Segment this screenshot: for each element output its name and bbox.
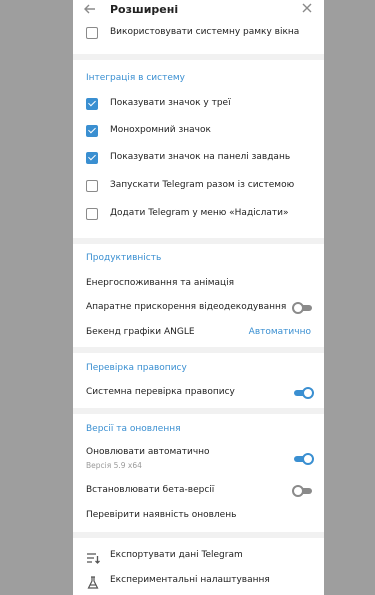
angle-backend-value[interactable]: Автоматично: [249, 327, 311, 337]
autostart-row[interactable]: Запускати Telegram разом із системою: [73, 175, 324, 199]
autostart-checkbox[interactable]: [86, 180, 98, 192]
send-to-menu-checkbox[interactable]: [86, 208, 98, 220]
taskbar-icon-checkbox[interactable]: [86, 152, 98, 164]
export-list-icon: [86, 550, 100, 564]
integration-section-title: Інтеграція в систему: [86, 73, 185, 83]
system-spellcheck-toggle[interactable]: [294, 387, 314, 399]
performance-section-title: Продуктивність: [86, 253, 162, 263]
hw-accel-label: Апаратне прискорення відеодекодування: [86, 302, 287, 312]
send-to-menu-label: Додати Telegram у меню «Надіслати»: [110, 208, 289, 218]
page-title: Розширені: [110, 3, 179, 16]
taskbar-icon-row[interactable]: Показувати значок на панелі завдань: [73, 147, 324, 171]
energy-animation-link[interactable]: Енергоспоживання та анімація: [86, 278, 234, 288]
auto-update-toggle[interactable]: [294, 453, 314, 465]
system-frame-checkbox[interactable]: [86, 27, 98, 39]
hw-accel-toggle[interactable]: [292, 302, 312, 314]
taskbar-icon-label: Показувати значок на панелі завдань: [110, 152, 291, 162]
export-data-label: Експортувати дані Telegram: [110, 550, 243, 560]
back-arrow-icon[interactable]: [81, 2, 99, 20]
section-divider: [73, 347, 324, 353]
mono-icon-label: Монохромний значок: [110, 125, 211, 135]
flask-icon: [86, 575, 100, 589]
spellcheck-section-title: Перевірка правопису: [86, 363, 187, 373]
export-data-row[interactable]: Експортувати дані Telegram: [73, 548, 324, 568]
beta-label: Встановлювати бета-версії: [86, 485, 215, 495]
versions-section-title: Версії та оновлення: [86, 424, 181, 434]
mono-icon-row[interactable]: Монохромний значок: [73, 120, 324, 144]
close-icon[interactable]: [299, 2, 315, 20]
section-divider: [73, 54, 324, 60]
system-frame-row[interactable]: Використовувати системну рамку вікна: [73, 22, 324, 46]
beta-toggle[interactable]: [292, 485, 312, 497]
experimental-label: Експериментальні налаштування: [110, 575, 270, 585]
system-frame-label: Використовувати системну рамку вікна: [110, 27, 300, 37]
header: Розширені: [73, 0, 324, 24]
experimental-row[interactable]: Експериментальні налаштування: [73, 573, 324, 593]
check-updates-link[interactable]: Перевірити наявність оновлень: [86, 510, 236, 520]
section-divider: [73, 408, 324, 414]
angle-backend-label: Бекенд графіки ANGLE: [86, 327, 195, 337]
system-spellcheck-label: Системна перевірка правопису: [86, 387, 235, 397]
auto-update-label: Оновлювати автоматично: [86, 447, 210, 457]
autostart-label: Запускати Telegram разом із системою: [110, 180, 295, 190]
settings-panel: Розширені Використовувати системну рамку…: [73, 0, 324, 595]
tray-icon-row[interactable]: Показувати значок у треї: [73, 93, 324, 117]
version-text: Версія 5.9 x64: [86, 461, 142, 470]
send-to-menu-row[interactable]: Додати Telegram у меню «Надіслати»: [73, 203, 324, 227]
tray-icon-label: Показувати значок у треї: [110, 98, 231, 108]
mono-icon-checkbox[interactable]: [86, 125, 98, 137]
section-divider: [73, 238, 324, 244]
tray-icon-checkbox[interactable]: [86, 98, 98, 110]
section-divider: [73, 532, 324, 538]
